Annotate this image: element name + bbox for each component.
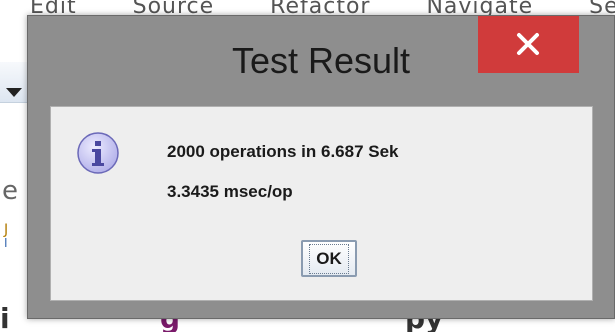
result-message-operations: 2000 operations in 6.687 Sek (167, 142, 399, 161)
close-icon (517, 33, 539, 55)
background-left-glyph: I (4, 236, 8, 250)
close-button[interactable] (478, 16, 579, 73)
ok-button-label: OK (309, 243, 349, 274)
test-result-dialog: Test Result 2000 operations in 6.687 Sek… (27, 15, 615, 319)
dropdown-arrow-icon[interactable] (6, 88, 22, 97)
info-icon (77, 132, 119, 174)
dialog-title-bar[interactable]: Test Result (28, 16, 614, 104)
ok-button[interactable]: OK (301, 240, 357, 277)
dialog-content: 2000 operations in 6.687 Sek 3.3435 msec… (50, 106, 593, 301)
background-left-glyph: e (2, 176, 18, 206)
result-message-rate: 3.3435 msec/op (167, 182, 293, 201)
background-bottom-fragment: i (0, 306, 10, 332)
